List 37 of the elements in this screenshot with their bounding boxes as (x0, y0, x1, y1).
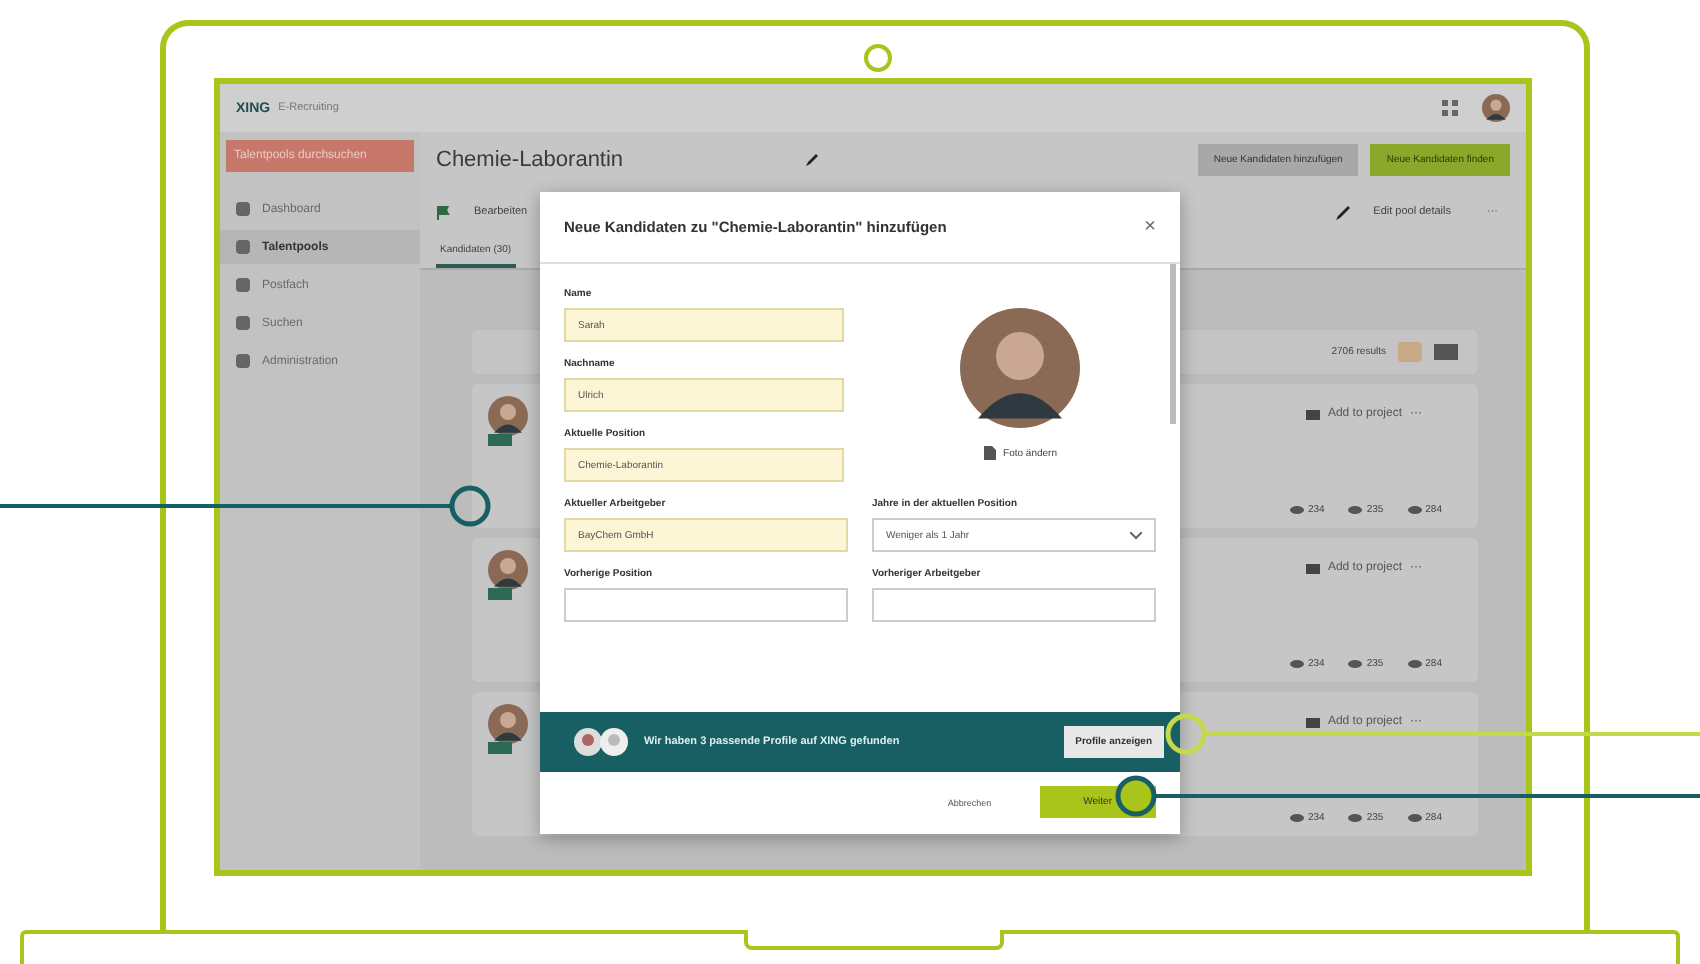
grid-view-icon[interactable] (1398, 342, 1422, 362)
profile-photo (960, 308, 1080, 428)
eye-icon (1348, 814, 1363, 822)
eye-icon (1348, 506, 1363, 514)
flag-icon (436, 205, 450, 219)
chevron-icon (1130, 531, 1142, 539)
folder-icon (1305, 409, 1320, 419)
webcam-dot (864, 44, 892, 72)
scrollbar[interactable] (1170, 264, 1176, 424)
avatar (488, 550, 528, 602)
input-field[interactable] (564, 588, 848, 622)
menu-icon (236, 316, 250, 330)
eye-icon (1407, 814, 1422, 822)
avatar (488, 704, 528, 756)
input-field[interactable] (872, 588, 1156, 622)
grid-icon (1442, 100, 1458, 116)
pencil-icon (1335, 205, 1350, 219)
eye-icon (1289, 660, 1304, 668)
menu-icon (236, 354, 250, 368)
eye-icon (1407, 506, 1422, 514)
eye-icon (1289, 506, 1304, 514)
profiles-icon (572, 726, 632, 758)
close-button[interactable]: × (1144, 216, 1156, 238)
eye-icon (1289, 814, 1304, 822)
menu-icon (236, 278, 250, 292)
eye-icon (1407, 660, 1422, 668)
eye-icon (1348, 660, 1363, 668)
avatar (488, 396, 528, 448)
edit-icon (803, 153, 818, 167)
user-avatar (1482, 94, 1510, 122)
folder-icon (1305, 563, 1320, 573)
page-title: Chemie-Laborantin (436, 148, 626, 172)
menu-icon (236, 202, 250, 216)
menu-icon (236, 240, 250, 254)
file-icon (983, 446, 996, 460)
folder-icon (1305, 717, 1320, 727)
list-view-icon[interactable] (1434, 344, 1458, 360)
